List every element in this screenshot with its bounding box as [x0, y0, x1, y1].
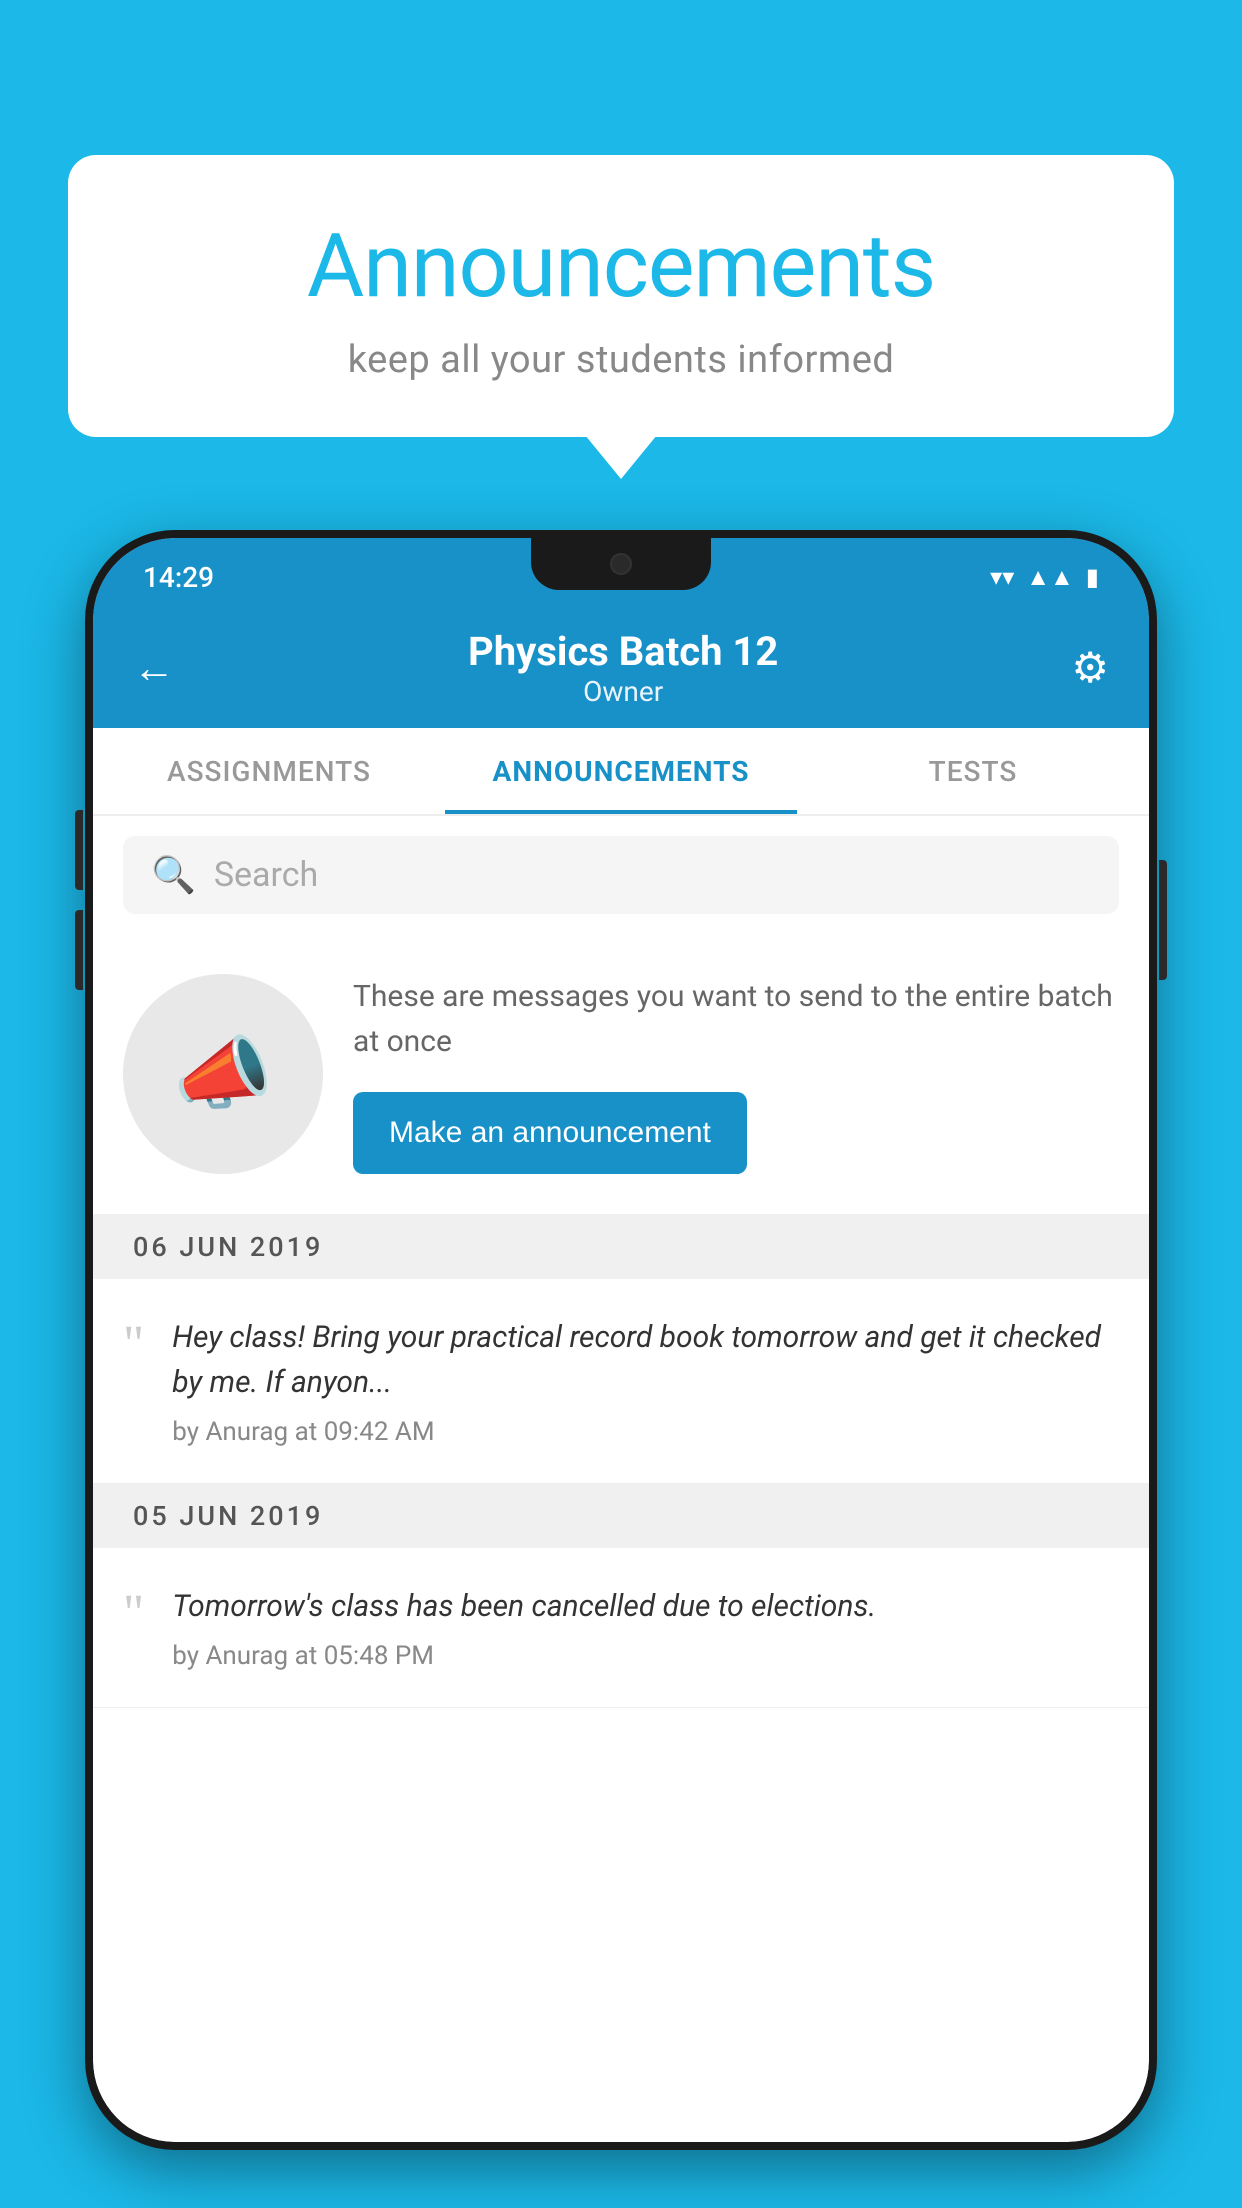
announcement-message-1: Hey class! Bring your practical record b… [172, 1315, 1119, 1405]
announcement-meta-1: by Anurag at 09:42 AM [172, 1417, 1119, 1447]
search-icon: 🔍 [151, 854, 196, 896]
speech-bubble-section: Announcements keep all your students inf… [68, 155, 1174, 437]
search-bar[interactable]: 🔍 Search [123, 836, 1119, 914]
announcement-text-1: Hey class! Bring your practical record b… [172, 1315, 1119, 1447]
quote-icon-2: " [123, 1588, 144, 1640]
date-separator-1: 06 JUN 2019 [93, 1215, 1149, 1279]
tab-bar: ASSIGNMENTS ANNOUNCEMENTS TESTS [93, 728, 1149, 816]
tab-tests[interactable]: TESTS [797, 728, 1149, 814]
announcement-text-2: Tomorrow's class has been cancelled due … [172, 1584, 1119, 1671]
bubble-title: Announcements [118, 215, 1124, 318]
settings-icon[interactable]: ⚙ [1071, 643, 1109, 693]
announcement-item-2: " Tomorrow's class has been cancelled du… [93, 1548, 1149, 1708]
status-icons: ▾▾ ▲▲ ▮ [990, 563, 1099, 592]
announcement-prompt: 📣 These are messages you want to send to… [93, 934, 1149, 1215]
phone-inner: 14:29 ▾▾ ▲▲ ▮ ← Physics Batch 12 Owner ⚙ [93, 538, 1149, 2142]
phone-camera [610, 553, 632, 575]
phone-side-btn-vol-up [75, 810, 83, 890]
back-button[interactable]: ← [133, 644, 175, 693]
bubble-subtitle: keep all your students informed [118, 338, 1124, 382]
header-center: Physics Batch 12 Owner [468, 628, 778, 708]
header-subtitle: Owner [468, 675, 778, 708]
speech-bubble: Announcements keep all your students inf… [68, 155, 1174, 437]
battery-icon: ▮ [1086, 563, 1099, 591]
signal-icon: ▲▲ [1026, 563, 1074, 592]
phone-side-btn-vol-down [75, 910, 83, 990]
announcement-item-1: " Hey class! Bring your practical record… [93, 1279, 1149, 1484]
megaphone-circle: 📣 [123, 974, 323, 1174]
status-time: 14:29 [143, 561, 214, 594]
search-container: 🔍 Search [93, 816, 1149, 934]
quote-icon-1: " [123, 1319, 144, 1371]
tab-announcements[interactable]: ANNOUNCEMENTS [445, 728, 797, 814]
make-announcement-button[interactable]: Make an announcement [353, 1092, 747, 1174]
announcement-meta-2: by Anurag at 05:48 PM [172, 1641, 1119, 1671]
phone-screen: 14:29 ▾▾ ▲▲ ▮ ← Physics Batch 12 Owner ⚙ [93, 538, 1149, 2142]
search-placeholder: Search [214, 855, 318, 895]
app-header: ← Physics Batch 12 Owner ⚙ [93, 608, 1149, 728]
screen-content: 🔍 Search 📣 These are messages you want t… [93, 816, 1149, 2142]
announcement-description: These are messages you want to send to t… [353, 974, 1119, 1064]
date-separator-2: 05 JUN 2019 [93, 1484, 1149, 1548]
megaphone-icon: 📣 [173, 1027, 273, 1121]
announcement-message-2: Tomorrow's class has been cancelled due … [172, 1584, 1119, 1629]
announcement-right: These are messages you want to send to t… [353, 974, 1119, 1174]
tab-assignments[interactable]: ASSIGNMENTS [93, 728, 445, 814]
header-title: Physics Batch 12 [468, 628, 778, 675]
phone-side-btn-power [1159, 860, 1167, 980]
phone-mockup: 14:29 ▾▾ ▲▲ ▮ ← Physics Batch 12 Owner ⚙ [85, 530, 1157, 2150]
wifi-icon: ▾▾ [990, 563, 1014, 591]
phone-notch [531, 538, 711, 590]
phone-outer: 14:29 ▾▾ ▲▲ ▮ ← Physics Batch 12 Owner ⚙ [85, 530, 1157, 2150]
